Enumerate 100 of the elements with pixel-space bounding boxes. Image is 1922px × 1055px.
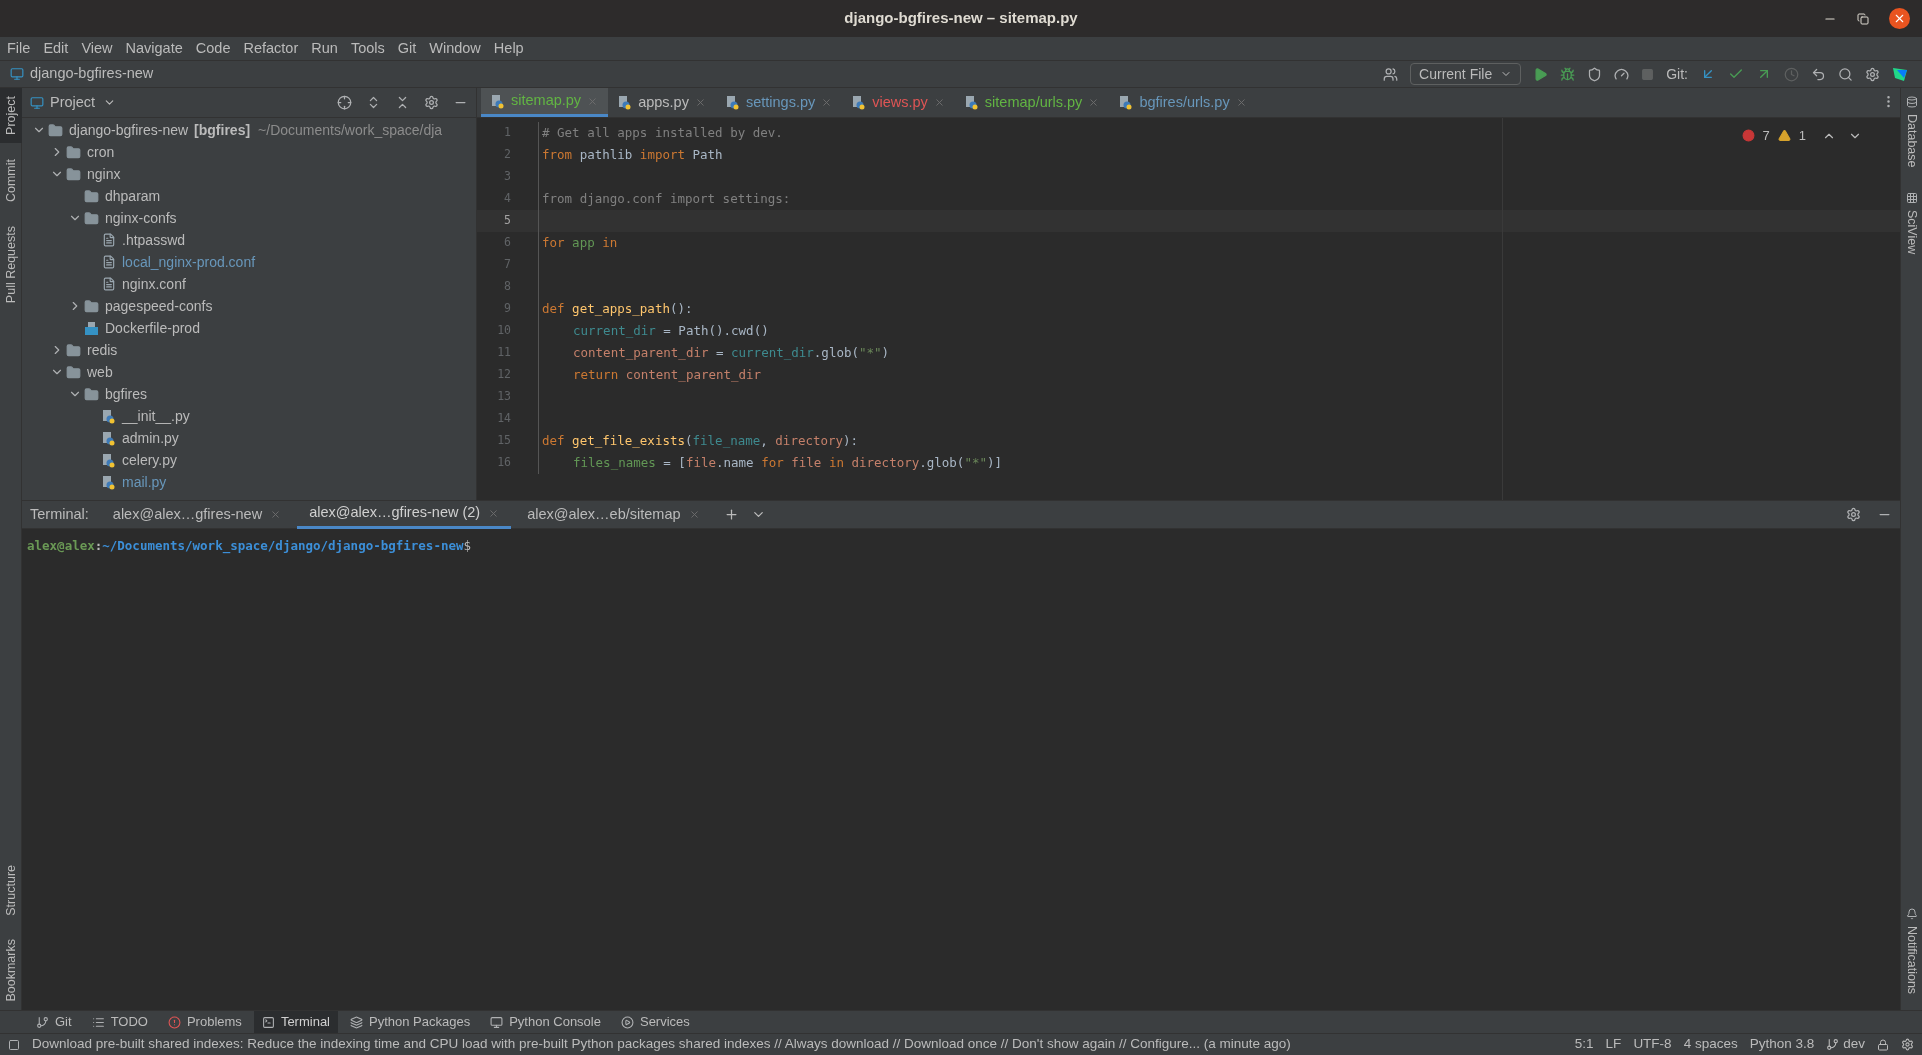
branch-name[interactable]: dev [1843, 1034, 1865, 1055]
code-line: from pathlib import Path [542, 145, 723, 164]
tool-window-tab[interactable]: Commit [0, 150, 22, 210]
folder-icon [84, 298, 99, 314]
rollback-icon[interactable] [1811, 66, 1826, 82]
tool-window-button[interactable]: Git [28, 1010, 80, 1034]
menu-item[interactable]: Help [493, 37, 524, 60]
editor-tab[interactable]: sitemap/urls.py [954, 88, 1110, 117]
menu-item[interactable]: Refactor [243, 37, 299, 60]
tree-item-label[interactable]: nginx-confs [105, 207, 177, 229]
debug-icon[interactable] [1560, 66, 1576, 82]
tree-item-label[interactable]: admin.py [122, 427, 179, 449]
status-item[interactable]: Python 3.8 [1749, 1034, 1815, 1055]
status-item[interactable]: 5:1 [1574, 1034, 1594, 1055]
tree-item-label[interactable]: django-bgfires-new [69, 119, 189, 141]
editor-tab[interactable]: apps.py [608, 88, 716, 117]
warning-count[interactable]: 1 [1798, 126, 1806, 146]
tool-window-button[interactable]: Services [612, 1010, 698, 1034]
app-logo-icon[interactable] [1892, 66, 1908, 82]
tool-window-button[interactable]: Terminal [253, 1010, 338, 1034]
menu-item[interactable]: Run [311, 37, 338, 60]
search-icon[interactable] [1838, 66, 1853, 82]
settings-icon[interactable] [1846, 507, 1861, 522]
line-number: 7 [503, 256, 511, 274]
line-number: 4 [503, 190, 511, 208]
settings-icon[interactable] [1865, 66, 1880, 82]
run-config-dropdown[interactable]: Current File [1410, 63, 1522, 85]
menu-item[interactable]: Navigate [125, 37, 183, 60]
terminal-tab[interactable]: alex@alex…eb/sitemap [515, 500, 712, 529]
editor-tab[interactable]: bgfires/urls.py [1109, 88, 1257, 117]
tool-window-button[interactable]: Python Console [482, 1010, 609, 1034]
warning-icon [1777, 129, 1791, 143]
editor-tab[interactable]: sitemap.py [481, 88, 609, 117]
error-count[interactable]: 7 [1762, 126, 1770, 146]
new-tab-icon[interactable] [723, 507, 739, 522]
tree-item-label[interactable]: redis [87, 339, 118, 361]
tree-item-label[interactable]: celery.py [122, 449, 177, 471]
tool-window-tab[interactable]: Pull Requests [0, 217, 22, 312]
status-item[interactable]: LF [1605, 1034, 1622, 1055]
tool-window-tab[interactable]: Project [0, 88, 22, 143]
editor-tab[interactable]: views.py [842, 88, 955, 117]
folder-icon [66, 364, 81, 380]
status-message[interactable]: Download pre-built shared indexes: Reduce the indexing time and CPU load with pre-built Python packages shared indexes // Always download // Download once // Don't show again // Configure... (a minute ago) [32, 1034, 1291, 1055]
status-item[interactable]: UTF-8 [1633, 1034, 1672, 1055]
menu-item[interactable]: Window [429, 37, 481, 60]
play-circle-icon [620, 1015, 634, 1029]
tree-item-label[interactable]: local_nginx-prod.conf [122, 251, 256, 273]
tree-item-label[interactable]: cron [87, 141, 115, 163]
tool-window-tab[interactable]: Notifications [1901, 899, 1922, 1002]
terminal-tab[interactable]: alex@alex…gfires-new [100, 500, 294, 529]
tree-item-label[interactable]: mail.py [122, 471, 167, 493]
code-line: for app in [542, 233, 618, 252]
terminal-tab[interactable]: alex@alex…gfires-new (2) [297, 500, 512, 529]
folder-icon [66, 166, 81, 182]
users-icon[interactable] [1383, 66, 1399, 82]
tool-window-tab[interactable]: Database [1901, 88, 1922, 176]
restore-icon[interactable] [1857, 12, 1869, 25]
close-icon [1893, 12, 1906, 25]
tool-window-tab[interactable]: SciView [1901, 183, 1922, 262]
tool-window-button[interactable]: Problems [159, 1010, 250, 1034]
tree-item-label[interactable]: bgfires [105, 383, 148, 405]
close-button[interactable] [1889, 8, 1910, 29]
lock-icon[interactable] [1877, 1038, 1889, 1051]
inspection-icon[interactable] [1901, 1038, 1914, 1051]
python-file-icon [102, 452, 116, 468]
tree-item-label[interactable]: web [87, 361, 113, 383]
tree-item-label[interactable]: pagespeed-confs [105, 295, 213, 317]
menu-item[interactable]: Git [397, 37, 417, 60]
menu-item[interactable]: Code [195, 37, 231, 60]
module-name: [bgfires] [194, 120, 251, 140]
line-number: 5 [503, 212, 511, 230]
docker-file-icon [84, 320, 99, 336]
tool-window-tab[interactable]: Structure [0, 856, 22, 924]
line-number: 13 [496, 388, 511, 406]
tool-window-button[interactable]: Python Packages [342, 1010, 479, 1034]
locate-icon[interactable] [337, 95, 352, 110]
tool-window-button[interactable]: TODO [83, 1010, 156, 1034]
tool-window-tab[interactable]: Bookmarks [0, 931, 22, 1010]
tree-item-label[interactable]: nginx.conf [122, 273, 186, 295]
code-line: from django.conf import settings: [542, 189, 791, 208]
status-item[interactable]: 4 spaces [1683, 1034, 1738, 1055]
tree-item-label[interactable]: .htpasswd [122, 229, 186, 251]
tree-item-label[interactable]: dhparam [105, 185, 161, 207]
error-icon [167, 1015, 181, 1029]
menu-item[interactable]: View [81, 37, 113, 60]
run-icon[interactable] [1533, 66, 1549, 82]
tree-item-label[interactable]: Dockerfile-prod [105, 317, 200, 339]
breadcrumb-item[interactable]: django-bgfires-new [30, 63, 154, 85]
error-icon [1741, 129, 1755, 143]
tree-item-label[interactable]: nginx [87, 163, 121, 185]
code-line: def get_file_exists(file_name, directory): [542, 431, 859, 450]
tree-item-label[interactable]: __init__.py [122, 405, 190, 427]
text-file-icon [102, 233, 116, 247]
settings-icon[interactable] [424, 95, 439, 110]
menu-item[interactable]: Tools [350, 37, 385, 60]
menu-item[interactable]: Edit [43, 37, 69, 60]
panel-title[interactable]: Project [50, 91, 96, 114]
editor-tab[interactable]: settings.py [715, 88, 843, 117]
menu-item[interactable]: File [7, 37, 31, 60]
code-line: # Get all apps installed by dev. [542, 123, 783, 142]
